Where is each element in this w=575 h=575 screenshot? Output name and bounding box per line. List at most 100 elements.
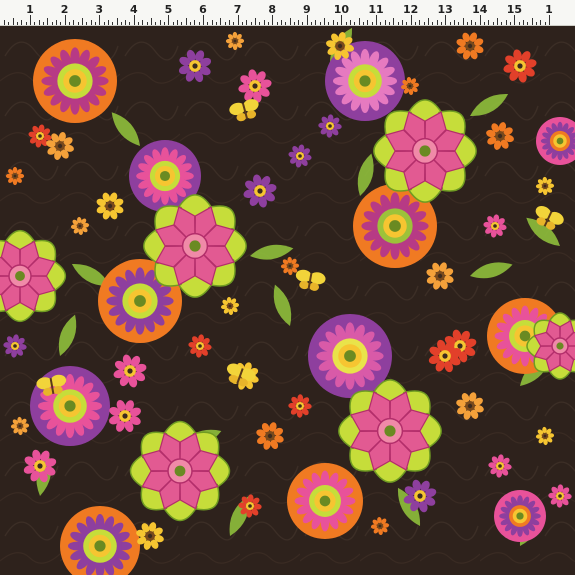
- ruler-tick: [8, 22, 10, 25]
- ruler-tick: [112, 22, 114, 25]
- ruler-tick: [60, 22, 62, 25]
- ruler-tick: [99, 15, 101, 25]
- ruler-tick: [203, 15, 204, 25]
- ruler-tick: [540, 20, 542, 25]
- ruler-tick: [384, 20, 386, 25]
- ruler-tick: [358, 18, 360, 25]
- ruler-tick: [254, 18, 256, 25]
- ruler-tick: [466, 22, 468, 25]
- ruler-tick: [272, 15, 274, 25]
- ruler-tick: [125, 20, 127, 25]
- ruler-tick: [397, 22, 399, 25]
- ruler-number: 10: [333, 3, 350, 16]
- ruler-number: 9: [302, 3, 311, 16]
- lime-pink-star-flower-icon: [338, 379, 442, 483]
- ruler-tick: [414, 22, 416, 25]
- ruler-tick: [34, 22, 36, 25]
- ruler-number: 14: [472, 3, 488, 16]
- ruler-tick: [479, 15, 481, 25]
- ruler-tick: [55, 20, 57, 25]
- ruler-tick: [38, 20, 40, 25]
- ruler-tick: [388, 22, 390, 25]
- ruler-tick: [151, 18, 153, 25]
- ruler-number: 5: [164, 3, 173, 16]
- ruler-tick: [293, 22, 295, 25]
- ruler-tick: [306, 15, 308, 25]
- ruler-tick: [319, 22, 321, 25]
- ruler-tick: [410, 15, 412, 25]
- ruler-tick: [220, 18, 222, 25]
- ruler-tick: [228, 20, 230, 25]
- ruler-tick: [138, 22, 140, 25]
- ruler-number: 6: [199, 3, 207, 16]
- ruler-tick: [42, 22, 44, 25]
- ruler-tick: [51, 22, 53, 25]
- ruler-tick: [462, 18, 464, 25]
- ruler-tick: [47, 18, 49, 25]
- ruler-tick: [376, 15, 377, 25]
- ruler-tick: [401, 20, 403, 25]
- ruler-tick: [241, 22, 243, 25]
- ruler-number: 1: [26, 3, 34, 16]
- ruler-tick: [276, 22, 278, 25]
- small-daisy-icon: [225, 31, 245, 51]
- ruler-tick: [536, 22, 538, 25]
- ruler-tick: [21, 20, 23, 25]
- ruler-tick: [458, 22, 460, 25]
- ruler-number: 11: [368, 3, 384, 16]
- ruler-tick: [549, 15, 550, 25]
- ruler-tick: [298, 20, 300, 25]
- ruler-tick: [406, 22, 408, 25]
- ruler-tick: [233, 22, 235, 25]
- ruler-tick: [484, 22, 486, 25]
- ruler-tick: [337, 22, 339, 25]
- ruler-tick: [267, 22, 269, 25]
- ruler-tick: [501, 22, 503, 25]
- ruler-tick: [103, 22, 105, 25]
- ruler-tick: [285, 22, 287, 25]
- ruler-tick: [492, 22, 494, 25]
- small-daisy-icon: [5, 166, 25, 186]
- ruler-tick: [120, 22, 122, 25]
- ruler-number: 12: [402, 3, 419, 16]
- ruler-tick: [289, 18, 291, 25]
- ruler-tick: [371, 22, 373, 25]
- ruler-tick: [4, 20, 6, 25]
- ruler-tick: [449, 22, 451, 25]
- ruler-tick: [523, 20, 525, 25]
- ruler-tick: [164, 22, 166, 25]
- ruler-tick: [354, 22, 356, 25]
- ruler-tick: [77, 22, 79, 25]
- ruler-tick: [514, 15, 516, 25]
- ruler-tick: [419, 20, 421, 25]
- ruler-tick: [367, 20, 369, 25]
- ruler-number: 15: [506, 3, 523, 16]
- ruler-tick: [505, 20, 507, 25]
- ruler-tick: [207, 22, 209, 25]
- ruler-tick: [497, 18, 499, 25]
- ruler-tick: [427, 18, 429, 25]
- ruler-tick: [510, 22, 512, 25]
- ruler-tick: [324, 18, 326, 25]
- ruler-tick: [531, 18, 533, 25]
- ruler-number: 13: [437, 3, 453, 16]
- ruler-tick: [211, 20, 213, 25]
- ruler-number: 2: [60, 3, 69, 16]
- ruler-tick: [475, 22, 477, 25]
- ruler-tick: [155, 22, 157, 25]
- ruler-tick: [172, 22, 174, 25]
- ruler-number: 7: [233, 3, 242, 16]
- ruler-tick: [423, 22, 425, 25]
- ruler-tick: [445, 15, 447, 25]
- ruler-tick: [17, 22, 19, 25]
- ruler-tick: [194, 20, 196, 25]
- ruler-tick: [328, 22, 330, 25]
- fabric-swatch: 1 2 3 4 5 6 7 8 9 10 11 12 13 14 15 1: [0, 0, 575, 575]
- ruler-tick: [345, 22, 347, 25]
- ruler-number: 4: [129, 3, 138, 16]
- ruler-tick: [116, 18, 118, 25]
- measuring-ruler: 1 2 3 4 5 6 7 8 9 10 11 12 13 14 15 1: [0, 0, 575, 26]
- ruler-tick: [311, 22, 313, 25]
- ruler-tick: [332, 20, 334, 25]
- ruler-tick: [363, 22, 365, 25]
